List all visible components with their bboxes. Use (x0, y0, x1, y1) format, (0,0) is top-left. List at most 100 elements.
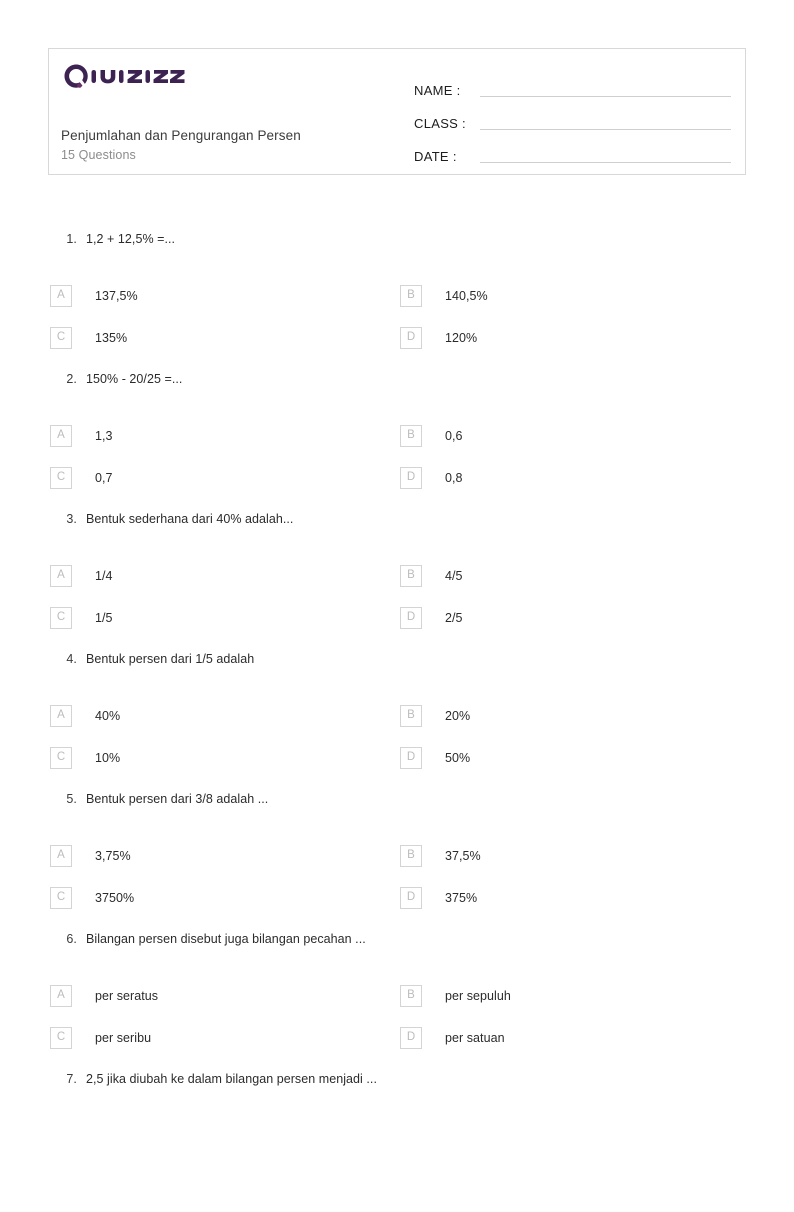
worksheet-header: Penjumlahan dan Pengurangan Persen 15 Qu… (48, 48, 746, 175)
answer-option[interactable]: C 0,7 (0, 457, 350, 499)
option-text: 4/5 (445, 569, 463, 583)
name-field-input[interactable] (480, 96, 731, 97)
name-field-label: NAME : (414, 83, 461, 98)
question-text: Bentuk persen dari 3/8 adalah ... (86, 792, 269, 806)
option-row: C 1/5 D 2/5 (0, 597, 794, 639)
answer-options: A 137,5% B 140,5% C 135% D 120% (0, 275, 794, 359)
option-row: A 1,3 B 0,6 (0, 415, 794, 457)
option-text: 1/4 (95, 569, 113, 583)
answer-option[interactable]: A 3,75% (0, 835, 350, 877)
option-letter-box[interactable]: B (400, 425, 422, 447)
option-letter-box[interactable]: C (50, 467, 72, 489)
option-letter-box[interactable]: C (50, 607, 72, 629)
answer-option[interactable]: D 120% (350, 317, 700, 359)
answer-option[interactable]: A 40% (0, 695, 350, 737)
option-row: C 0,7 D 0,8 (0, 457, 794, 499)
option-text: 140,5% (445, 289, 488, 303)
option-text: 2/5 (445, 611, 463, 625)
question-number: 3. (66, 512, 77, 526)
option-row: C 10% D 50% (0, 737, 794, 779)
option-letter-box[interactable]: D (400, 327, 422, 349)
option-letter-box[interactable]: D (400, 747, 422, 769)
question-heading: 7. 2,5 jika diubah ke dalam bilangan pers… (0, 1072, 794, 1100)
answer-option[interactable]: B 4/5 (350, 555, 700, 597)
option-text: 120% (445, 331, 478, 345)
option-text: 375% (445, 891, 478, 905)
option-text: 3,75% (95, 849, 131, 863)
option-letter-box[interactable]: C (50, 1027, 72, 1049)
option-letter-box[interactable]: B (400, 985, 422, 1007)
answer-option[interactable]: B 0,6 (350, 415, 700, 457)
answer-option[interactable]: Aper seratus (0, 975, 350, 1017)
answer-option[interactable]: Dper satuan (350, 1017, 700, 1059)
option-letter-box[interactable]: C (50, 887, 72, 909)
answer-option[interactable]: C 10% (0, 737, 350, 779)
option-letter-box[interactable]: A (50, 985, 72, 1007)
answer-option[interactable]: D 50% (350, 737, 700, 779)
option-letter-box[interactable]: A (50, 845, 72, 867)
answer-option[interactable]: A 1/4 (0, 555, 350, 597)
date-field-input[interactable] (480, 162, 731, 163)
option-row: Cper seribu Dper satuan (0, 1017, 794, 1059)
answer-option[interactable]: C 1/5 (0, 597, 350, 639)
option-text: 37,5% (445, 849, 481, 863)
answer-options: A 3,75% B 37,5% C 3750% D 375% (0, 835, 794, 919)
question-heading: 1. 1,2 + 12,5% =... (0, 232, 794, 260)
date-field-label: DATE : (414, 149, 457, 164)
option-letter-box[interactable]: C (50, 327, 72, 349)
answer-option[interactable]: D 0,8 (350, 457, 700, 499)
class-field-row: CLASS : (414, 100, 745, 133)
option-letter-box[interactable]: A (50, 565, 72, 587)
name-field-row: NAME : (414, 67, 745, 100)
option-letter-box[interactable]: B (400, 705, 422, 727)
date-field-row: DATE : (414, 133, 745, 166)
option-text: 137,5% (95, 289, 138, 303)
option-letter-box[interactable]: D (400, 887, 422, 909)
answer-options: Aper seratus Bper sepuluh Cper seribu Dper … (0, 975, 794, 1059)
quizizz-logo-icon (64, 64, 185, 88)
answer-option[interactable]: C 3750% (0, 877, 350, 919)
question-block: 3. Bentuk sederhana dari 40% adalah... A 1/… (0, 512, 794, 652)
option-letter-box[interactable]: B (400, 285, 422, 307)
option-letter-box[interactable]: D (400, 607, 422, 629)
option-row: A 1/4 B 4/5 (0, 555, 794, 597)
class-field-input[interactable] (480, 129, 731, 130)
option-text: 10% (95, 751, 121, 765)
answer-options: A 40% B 20% C 10% D 50% (0, 695, 794, 779)
option-letter-box[interactable]: D (400, 467, 422, 489)
option-row: C 135% D 120% (0, 317, 794, 359)
option-text: 40% (95, 709, 121, 723)
option-letter-box[interactable]: C (50, 747, 72, 769)
option-letter-box[interactable]: D (400, 1027, 422, 1049)
option-letter-box[interactable]: A (50, 285, 72, 307)
question-heading: 3. Bentuk sederhana dari 40% adalah... (0, 512, 794, 540)
option-row: A 3,75% B 37,5% (0, 835, 794, 877)
class-field-label: CLASS : (414, 116, 466, 131)
answer-option[interactable]: B 37,5% (350, 835, 700, 877)
question-text: Bentuk sederhana dari 40% adalah... (86, 512, 294, 526)
answer-option[interactable]: Cper seribu (0, 1017, 350, 1059)
answer-option[interactable]: C 135% (0, 317, 350, 359)
question-text: 1,2 + 12,5% =... (86, 232, 176, 246)
answer-option[interactable]: Bper sepuluh (350, 975, 700, 1017)
question-block: 7. 2,5 jika diubah ke dalam bilangan pers… (0, 1072, 794, 1212)
option-letter-box[interactable]: B (400, 565, 422, 587)
answer-option[interactable]: D 2/5 (350, 597, 700, 639)
question-text: Bentuk persen dari 1/5 adalah (86, 652, 255, 666)
answer-option[interactable]: A 137,5% (0, 275, 350, 317)
option-text: 50% (445, 751, 471, 765)
question-text: 2,5 jika diubah ke dalam bilangan persen… (86, 1072, 377, 1086)
question-block: 4. Bentuk persen dari 1/5 adalah A 40% B 20% C… (0, 652, 794, 792)
option-row: A 40% B 20% (0, 695, 794, 737)
answer-option[interactable]: B 140,5% (350, 275, 700, 317)
answer-option[interactable]: B 20% (350, 695, 700, 737)
option-letter-box[interactable]: A (50, 425, 72, 447)
answer-option[interactable]: A 1,3 (0, 415, 350, 457)
question-block: 1. 1,2 + 12,5% =... A 137,5% B 140,5% C 135% D 12… (0, 232, 794, 372)
question-heading: 4. Bentuk persen dari 1/5 adalah (0, 652, 794, 680)
option-letter-box[interactable]: A (50, 705, 72, 727)
answer-option[interactable]: D 375% (350, 877, 700, 919)
question-block: 5. Bentuk persen dari 3/8 adalah ... A 3,75… (0, 792, 794, 932)
option-text: 0,8 (445, 471, 463, 485)
option-letter-box[interactable]: B (400, 845, 422, 867)
